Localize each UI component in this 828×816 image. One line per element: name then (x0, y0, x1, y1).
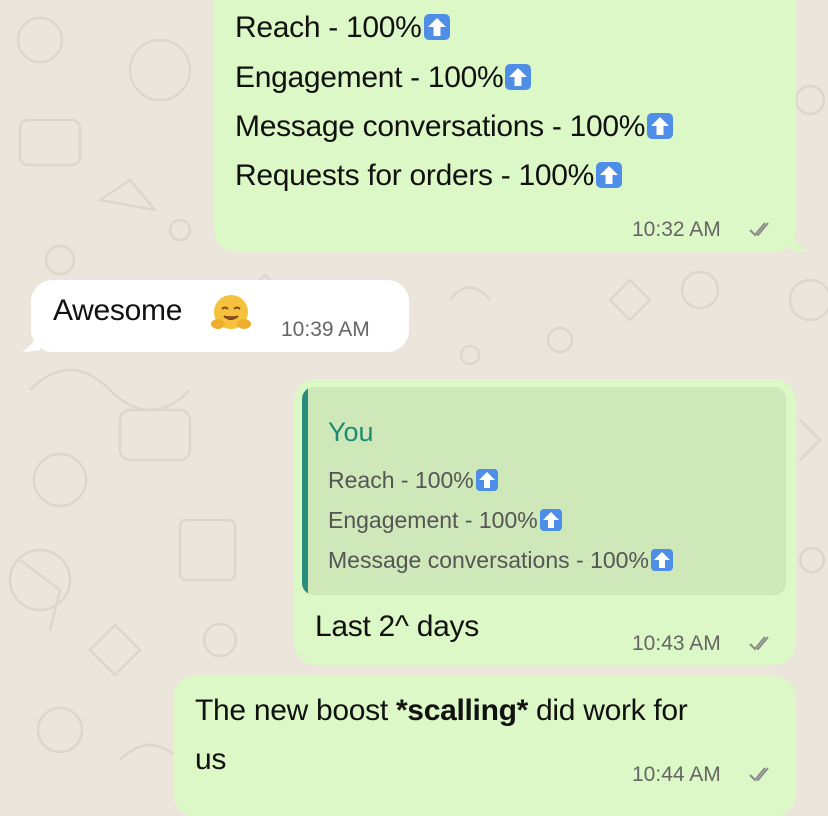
bold-text-segment: *scalling* (395, 694, 528, 727)
stat-text: Engagement - 100% (235, 61, 504, 94)
text-segment: did work for (528, 694, 688, 727)
stat-text: Reach - 100% (235, 11, 422, 44)
up-arrow-emoji (475, 469, 498, 491)
quote-accent-bar (302, 387, 308, 595)
quote-line: Reach - 100% (328, 467, 498, 494)
quoted-message[interactable]: You Reach - 100% Engagement - 100% Messa… (302, 387, 786, 595)
stat-line-requests: Requests for orders - 100% (235, 159, 623, 193)
stat-line-reach: Reach - 100% (235, 11, 450, 45)
bubble-tail (22, 332, 40, 352)
message-bubble-outgoing-reply[interactable]: You Reach - 100% Engagement - 100% Messa… (294, 379, 796, 665)
message-text: Last 2^ days (315, 610, 479, 643)
double-check-icon (749, 222, 769, 237)
up-arrow-emoji (539, 509, 562, 531)
message-time: 10:32 AM (632, 218, 721, 241)
message-time: 10:43 AM (632, 632, 721, 655)
up-arrow-emoji (423, 14, 450, 40)
quote-line: Message conversations - 100% (328, 547, 673, 574)
quote-author: You (328, 417, 374, 447)
message-text: Awesome (53, 294, 182, 328)
stat-line-message-conversations: Message conversations - 100% (235, 110, 674, 144)
quote-line: Engagement - 100% (328, 507, 562, 534)
text-segment: The new boost (195, 694, 396, 727)
quote-line-text: Message conversations - 100% (328, 547, 649, 573)
stat-text: Message conversations - 100% (235, 110, 646, 143)
message-text-line2: us (195, 743, 227, 776)
stat-text: Requests for orders - 100% (235, 159, 595, 192)
up-arrow-emoji (647, 113, 674, 139)
message-bubble-incoming-awesome[interactable]: Awesome 10:39 AM (31, 280, 409, 352)
up-arrow-emoji (505, 64, 532, 90)
double-check-icon (749, 636, 769, 651)
up-arrow-emoji (596, 162, 623, 188)
quote-line-text: Reach - 100% (328, 467, 474, 493)
hugging-face-emoji (211, 295, 251, 329)
message-time: 10:39 AM (281, 318, 370, 341)
message-text: The new boost *scalling* did work for (195, 694, 688, 728)
quote-line-text: Engagement - 100% (328, 507, 538, 533)
awesome-text: Awesome (53, 294, 183, 327)
double-check-icon (749, 767, 769, 782)
bubble-tail (790, 232, 808, 252)
stat-line-engagement: Engagement - 100% (235, 61, 532, 95)
message-time: 10:44 AM (632, 763, 721, 786)
message-bubble-outgoing-stats[interactable]: Reach - 100% Engagement - 100% Message c… (214, 0, 796, 252)
up-arrow-emoji (650, 549, 673, 571)
message-bubble-outgoing-boost[interactable]: The new boost *scalling* did work for us… (173, 676, 796, 816)
